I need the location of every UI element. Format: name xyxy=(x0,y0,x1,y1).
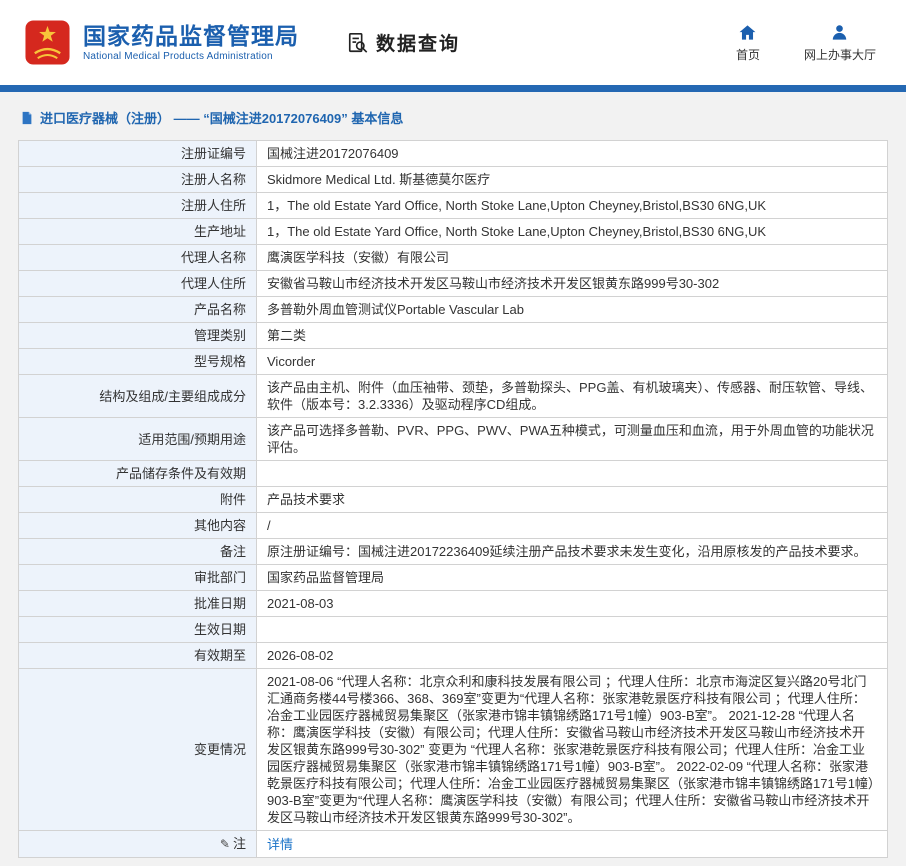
table-row: 生产地址1，The old Estate Yard Office, North … xyxy=(19,219,888,245)
row-value: 国家药品监督管理局 xyxy=(257,565,888,591)
row-value: 产品技术要求 xyxy=(257,487,888,513)
row-value: 1，The old Estate Yard Office, North Stok… xyxy=(257,219,888,245)
main-content: 进口医疗器械（注册） —— “国械注进20172076409” 基本信息 注册证… xyxy=(0,92,906,866)
row-label: 生产地址 xyxy=(19,219,257,245)
row-value: 原注册证编号：国械注进20172236409延续注册产品技术要求未发生变化，沿用… xyxy=(257,539,888,565)
org-name: 国家药品监督管理局 xyxy=(83,23,299,49)
table-row: 批准日期2021-08-03 xyxy=(19,591,888,617)
row-label: 备注 xyxy=(19,539,257,565)
row-label: 产品名称 xyxy=(19,297,257,323)
row-label: 注册人名称 xyxy=(19,167,257,193)
row-value: 多普勒外周血管测试仪Portable Vascular Lab xyxy=(257,297,888,323)
row-value: 该产品由主机、附件（血压袖带、颈垫，多普勒探头、PPG盖、有机玻璃夹）、传感器、… xyxy=(257,375,888,418)
row-value: 第二类 xyxy=(257,323,888,349)
table-row: 代理人名称鹰演医学科技（安徽）有限公司 xyxy=(19,245,888,271)
table-row: 注册人名称Skidmore Medical Ltd. 斯基德莫尔医疗 xyxy=(19,167,888,193)
row-value: 该产品可选择多普勒、PVR、PPG、PWV、PWA五种模式，可测量血压和血流，用… xyxy=(257,418,888,461)
row-label: 生效日期 xyxy=(19,617,257,643)
row-value: 2021-08-06 “代理人名称：北京众利和康科技发展有限公司 ；代理人住所：… xyxy=(257,669,888,831)
nmpa-logo-icon xyxy=(24,19,71,66)
row-value: / xyxy=(257,513,888,539)
table-row: 产品储存条件及有效期 xyxy=(19,461,888,487)
brand-block[interactable]: 国家药品监督管理局 National Medical Products Admi… xyxy=(83,23,299,62)
row-label: 适用范围/预期用途 xyxy=(19,418,257,461)
table-row: 有效期至2026-08-02 xyxy=(19,643,888,669)
table-row: 其他内容/ xyxy=(19,513,888,539)
row-value: Skidmore Medical Ltd. 斯基德莫尔医疗 xyxy=(257,167,888,193)
table-row: 审批部门国家药品监督管理局 xyxy=(19,565,888,591)
table-row: 附件产品技术要求 xyxy=(19,487,888,513)
row-label: 审批部门 xyxy=(19,565,257,591)
table-row: 代理人住所安徽省马鞍山市经济技术开发区马鞍山市经济技术开发区银黄东路999号30… xyxy=(19,271,888,297)
data-query-section[interactable]: 数据查询 xyxy=(347,29,460,56)
nav-label-service-hall: 网上办事大厅 xyxy=(804,46,876,63)
nav-item-home[interactable]: 首页 xyxy=(736,23,760,63)
row-value: 2026-08-02 xyxy=(257,643,888,669)
row-value: 详情 xyxy=(257,831,888,858)
table-row: 变更情况2021-08-06 “代理人名称：北京众利和康科技发展有限公司 ；代理… xyxy=(19,669,888,831)
row-value: 1，The old Estate Yard Office, North Stok… xyxy=(257,193,888,219)
row-label: 批准日期 xyxy=(19,591,257,617)
table-row: 注册人住所1，The old Estate Yard Office, North… xyxy=(19,193,888,219)
table-row: 适用范围/预期用途该产品可选择多普勒、PVR、PPG、PWV、PWA五种模式，可… xyxy=(19,418,888,461)
nav-label-home: 首页 xyxy=(736,46,760,63)
table-row: 备注原注册证编号：国械注进20172236409延续注册产品技术要求未发生变化，… xyxy=(19,539,888,565)
row-value: 鹰演医学科技（安徽）有限公司 xyxy=(257,245,888,271)
note-icon xyxy=(220,836,230,853)
table-row: 注详情 xyxy=(19,831,888,858)
row-value: Vicorder xyxy=(257,349,888,375)
row-value: 国械注进20172076409 xyxy=(257,141,888,167)
header-accent-bar xyxy=(0,85,906,92)
nav-item-service-hall[interactable]: 网上办事大厅 xyxy=(804,23,876,63)
row-label: 管理类别 xyxy=(19,323,257,349)
user-icon xyxy=(830,23,849,42)
row-label: 代理人名称 xyxy=(19,245,257,271)
table-row: 产品名称多普勒外周血管测试仪Portable Vascular Lab xyxy=(19,297,888,323)
row-label: 变更情况 xyxy=(19,669,257,831)
table-row: 管理类别第二类 xyxy=(19,323,888,349)
table-row: 结构及组成/主要组成成分该产品由主机、附件（血压袖带、颈垫，多普勒探头、PPG盖… xyxy=(19,375,888,418)
row-value: 安徽省马鞍山市经济技术开发区马鞍山市经济技术开发区银黄东路999号30-302 xyxy=(257,271,888,297)
row-label: 附件 xyxy=(19,487,257,513)
info-table-body: 注册证编号国械注进20172076409注册人名称Skidmore Medica… xyxy=(19,141,888,858)
row-label: 注册证编号 xyxy=(19,141,257,167)
section-title: 数据查询 xyxy=(376,29,460,56)
table-row: 生效日期 xyxy=(19,617,888,643)
top-nav: 首页 网上办事大厅 xyxy=(736,23,876,63)
home-icon xyxy=(738,23,757,42)
row-label: 有效期至 xyxy=(19,643,257,669)
table-row: 注册证编号国械注进20172076409 xyxy=(19,141,888,167)
document-icon xyxy=(20,111,34,125)
row-label: 其他内容 xyxy=(19,513,257,539)
row-value: 2021-08-03 xyxy=(257,591,888,617)
row-label: 注册人住所 xyxy=(19,193,257,219)
org-name-en: National Medical Products Administration xyxy=(83,51,299,62)
detail-link[interactable]: 详情 xyxy=(267,837,293,852)
row-label: 代理人住所 xyxy=(19,271,257,297)
registration-info-table: 注册证编号国械注进20172076409注册人名称Skidmore Medica… xyxy=(18,140,888,858)
breadcrumb: 进口医疗器械（注册） —— “国械注进20172076409” 基本信息 xyxy=(20,108,888,127)
row-label: 注 xyxy=(19,831,257,858)
row-label: 产品储存条件及有效期 xyxy=(19,461,257,487)
row-value xyxy=(257,461,888,487)
data-query-icon xyxy=(347,32,369,54)
row-label: 结构及组成/主要组成成分 xyxy=(19,375,257,418)
breadcrumb-text: 进口医疗器械（注册） —— “国械注进20172076409” 基本信息 xyxy=(40,108,403,127)
row-label: 型号规格 xyxy=(19,349,257,375)
table-row: 型号规格Vicorder xyxy=(19,349,888,375)
site-header: 国家药品监督管理局 National Medical Products Admi… xyxy=(0,0,906,85)
row-value xyxy=(257,617,888,643)
